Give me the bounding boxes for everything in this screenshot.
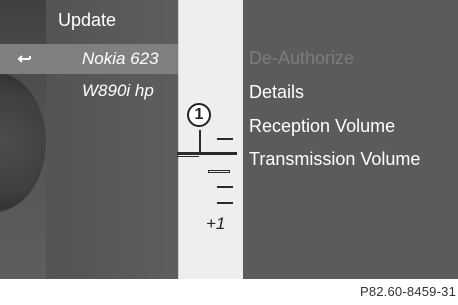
menu-item-details[interactable]: Details	[249, 82, 304, 103]
scale-tick	[217, 186, 233, 188]
menu-item-transmission-volume[interactable]: Transmission Volume	[249, 149, 420, 170]
update-header[interactable]: Update	[46, 5, 178, 35]
device-name-2: W890i hp	[82, 81, 154, 100]
callout-pointer	[177, 152, 237, 155]
left-decoration	[0, 0, 46, 279]
scale-tick-current	[208, 170, 230, 173]
screen: Update Nokia 623 W890i hp +1 1 De-Author…	[0, 0, 458, 279]
update-label: Update	[58, 10, 117, 30]
scale-tick	[217, 138, 233, 140]
menu-item-reception-volume[interactable]: Reception Volume	[249, 116, 395, 137]
figure-footer: P82.60-8459-31	[0, 279, 458, 305]
callout-pointer-underline	[177, 156, 199, 157]
volume-offset-label: +1	[206, 214, 226, 233]
callout-stem	[199, 130, 201, 154]
menu-item-de-authorize[interactable]: De-Authorize	[249, 48, 354, 69]
figure-ref-code: P82.60-8459-31	[359, 284, 456, 299]
back-arrow-icon[interactable]	[16, 50, 34, 68]
device-row-selected[interactable]: Nokia 623	[0, 44, 178, 74]
device-row[interactable]: W890i hp	[46, 76, 178, 106]
device-name-1: Nokia 623	[82, 49, 159, 68]
scale-tick	[217, 202, 233, 204]
callout-badge: 1	[187, 103, 211, 127]
volume-scale-band[interactable]	[178, 0, 244, 279]
menu-panel	[243, 0, 458, 279]
dial-decoration	[0, 72, 46, 212]
